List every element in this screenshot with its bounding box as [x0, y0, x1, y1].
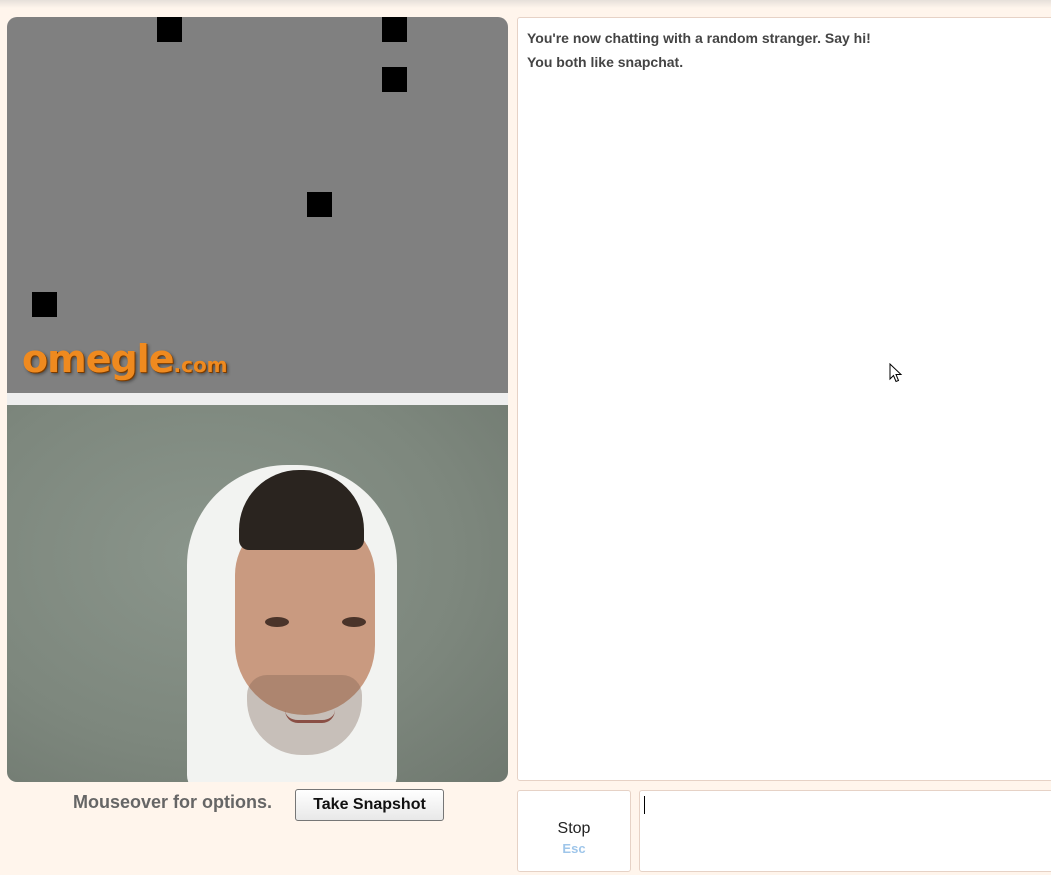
- video-pixel-artifact: [32, 292, 57, 317]
- webcam-person-eye: [265, 617, 289, 627]
- chat-status-message: You both like snapchat.: [527, 54, 684, 70]
- options-hint[interactable]: Mouseover for options.: [73, 792, 272, 813]
- video-panel: omegle.com: [7, 17, 508, 782]
- video-pixel-artifact: [382, 17, 407, 42]
- stop-shortcut-hint: Esc: [562, 841, 586, 856]
- omegle-logo: omegle.com: [22, 337, 228, 381]
- top-bar: [0, 0, 1051, 8]
- video-pixel-artifact: [307, 192, 332, 217]
- webcam-person-eye: [342, 617, 366, 627]
- video-pixel-artifact: [382, 67, 407, 92]
- stranger-video: omegle.com: [7, 17, 508, 393]
- text-caret: [644, 796, 645, 814]
- chat-message-input[interactable]: [639, 790, 1051, 872]
- chat-log[interactable]: You're now chatting with a random strang…: [517, 17, 1051, 781]
- stop-button[interactable]: Stop Esc: [517, 790, 631, 872]
- mouse-pointer-icon: [889, 363, 903, 383]
- take-snapshot-button[interactable]: Take Snapshot: [295, 789, 444, 821]
- logo-domain: .com: [173, 353, 228, 377]
- video-pixel-artifact: [157, 17, 182, 42]
- self-video: [7, 405, 508, 782]
- chat-status-message: You're now chatting with a random strang…: [527, 30, 871, 46]
- logo-text: omegle: [22, 337, 174, 381]
- stop-button-label: Stop: [557, 820, 591, 837]
- webcam-person-mouth: [285, 710, 335, 723]
